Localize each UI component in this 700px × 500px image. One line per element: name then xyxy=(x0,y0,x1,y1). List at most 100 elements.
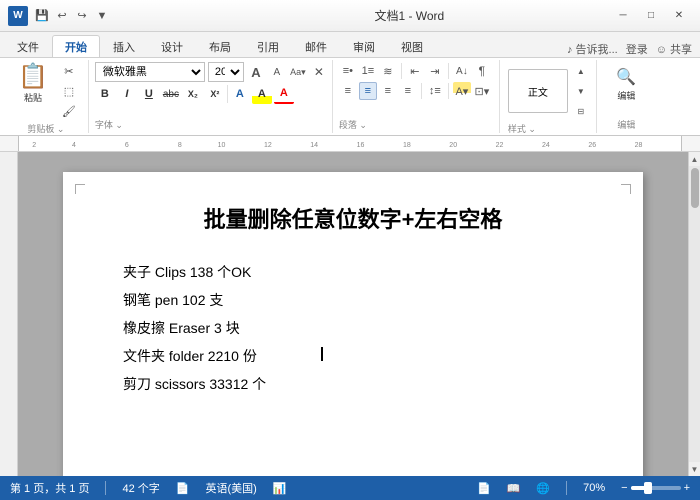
style-down-btn[interactable]: ▼ xyxy=(572,82,590,100)
view-normal-btn[interactable]: 📄 xyxy=(477,482,491,495)
tell-me-btn[interactable]: ♪ 告诉我... xyxy=(567,41,618,57)
edit-group-label: 编辑 xyxy=(617,116,635,131)
style-up-btn[interactable]: ▲ xyxy=(572,62,590,80)
redo-btn[interactable]: ↪ xyxy=(74,8,90,24)
share-btn[interactable]: ☺ 共享 xyxy=(656,41,692,57)
ribbon-bar: 📋 粘贴 ✂ ⬚ 🖌 剪贴板 ⌄ 微软雅黑 20 A A Aa▾ ✕ B xyxy=(0,58,700,136)
ruler-inner: 2 4 6 8 10 12 14 16 18 20 22 24 26 28 xyxy=(18,136,682,151)
font-row1: 微软雅黑 20 A A Aa▾ ✕ xyxy=(95,62,328,82)
font-group: 微软雅黑 20 A A Aa▾ ✕ B I U abc X₂ X² A A A … xyxy=(91,60,333,133)
bold-btn[interactable]: B xyxy=(95,84,115,104)
status-bar: 第 1 页，共 1 页 42 个字 📄 英语(美国) 📊 📄 📖 🌐 70% −… xyxy=(0,476,700,500)
doc-line-4: 文件夹 folder 2210 份 xyxy=(123,342,583,370)
para-row2: ≡ ≡ ≡ ≡ ↕≡ A▾ ⊡▾ xyxy=(339,82,495,100)
line-spacing-btn[interactable]: ↕≡ xyxy=(426,82,444,100)
shrink-font-btn[interactable]: A xyxy=(268,63,286,81)
decrease-indent-btn[interactable]: ⇤ xyxy=(406,62,424,80)
font-size-select[interactable]: 20 xyxy=(208,62,244,82)
format-painter-btn[interactable]: 🖌 xyxy=(58,102,80,120)
underline-btn[interactable]: U xyxy=(139,84,159,104)
numbering-btn[interactable]: 1≡ xyxy=(359,62,377,80)
login-btn[interactable]: 登录 xyxy=(626,41,648,57)
increase-indent-btn[interactable]: ⇥ xyxy=(426,62,444,80)
grow-font-btn[interactable]: A xyxy=(247,63,265,81)
doc-line-3: 橡皮擦 Eraser 3 块 xyxy=(123,314,583,342)
clear-format-btn[interactable]: ✕ xyxy=(310,63,328,81)
save-btn[interactable]: 💾 xyxy=(34,8,50,24)
style-more-btn[interactable]: ⊟ xyxy=(572,102,590,120)
scroll-thumb[interactable] xyxy=(691,168,699,208)
font-row2: B I U abc X₂ X² A A A xyxy=(95,84,328,104)
multilevel-btn[interactable]: ≋ xyxy=(379,62,397,80)
change-case-btn[interactable]: Aa▾ xyxy=(289,63,307,81)
tab-review[interactable]: 审阅 xyxy=(340,35,388,57)
align-right-btn[interactable]: ≡ xyxy=(379,82,397,100)
tab-layout[interactable]: 布局 xyxy=(196,35,244,57)
close-btn[interactable]: ✕ xyxy=(666,6,692,26)
strikethrough-btn[interactable]: abc xyxy=(161,84,181,104)
font-name-select[interactable]: 微软雅黑 xyxy=(95,62,205,82)
undo-btn[interactable]: ↩ xyxy=(54,8,70,24)
word-count: 42 个字 xyxy=(122,480,159,496)
view-web-btn[interactable]: 🌐 xyxy=(536,482,550,495)
highlight-btn[interactable]: A xyxy=(252,84,272,104)
paste-button[interactable]: 📋 粘贴 xyxy=(12,62,54,120)
text-effect-btn[interactable]: A xyxy=(230,84,250,104)
justify-btn[interactable]: ≡ xyxy=(399,82,417,100)
scroll-up-btn[interactable]: ▲ xyxy=(689,152,700,166)
view-read-btn[interactable]: 📖 xyxy=(507,482,521,495)
tab-mailings[interactable]: 邮件 xyxy=(292,35,340,57)
window-title: 文档1 - Word xyxy=(209,7,610,24)
zoom-level: 70% xyxy=(583,482,605,494)
clipboard-small-btns: ✂ ⬚ 🖌 xyxy=(58,62,80,120)
zoom-in-btn[interactable]: + xyxy=(684,482,690,494)
tab-view[interactable]: 视图 xyxy=(388,35,436,57)
document-content[interactable]: 夹子 Clips 138 个OK 钢笔 pen 102 支 橡皮擦 Eraser… xyxy=(123,258,583,398)
edit-find-btn[interactable]: 🔍 编辑 xyxy=(604,62,648,106)
show-formatting-btn[interactable]: ¶ xyxy=(473,62,491,80)
tab-insert[interactable]: 插入 xyxy=(100,35,148,57)
align-left-btn[interactable]: ≡ xyxy=(339,82,357,100)
maximize-btn[interactable]: □ xyxy=(638,6,664,26)
zoom-out-btn[interactable]: − xyxy=(621,482,627,494)
italic-btn[interactable]: I xyxy=(117,84,137,104)
zoom-slider[interactable]: − + xyxy=(621,482,690,494)
document-title: 批量删除任意位数字+左右空格 xyxy=(123,202,583,234)
subscript-btn[interactable]: X₂ xyxy=(183,84,203,104)
edit-group: 🔍 编辑 编辑 xyxy=(599,60,654,133)
shading-btn[interactable]: A▾ xyxy=(453,82,471,100)
document-area[interactable]: 批量删除任意位数字+左右空格 夹子 Clips 138 个OK 钢笔 pen 1… xyxy=(18,152,688,476)
tab-references[interactable]: 引用 xyxy=(244,35,292,57)
tab-home[interactable]: 开始 xyxy=(52,35,100,57)
borders-btn[interactable]: ⊡▾ xyxy=(473,82,491,100)
language: 英语(美国) xyxy=(205,480,256,496)
page-info: 第 1 页，共 1 页 xyxy=(10,480,89,496)
font-group-label: 字体 ⌄ xyxy=(95,116,328,131)
scroll-track[interactable] xyxy=(689,166,700,462)
align-center-btn[interactable]: ≡ xyxy=(359,82,377,100)
word-logo-icon: W xyxy=(8,6,28,26)
bullets-btn[interactable]: ≡• xyxy=(339,62,357,80)
vertical-scrollbar[interactable]: ▲ ▼ xyxy=(688,152,700,476)
doc-line-1: 夹子 Clips 138 个OK xyxy=(123,258,583,286)
quick-access-toolbar: 💾 ↩ ↪ ▼ xyxy=(34,8,110,24)
doc-line-5: 剪刀 scissors 33312 个 xyxy=(123,370,583,398)
font-color-btn[interactable]: A xyxy=(274,84,294,104)
title-bar-left: W 💾 ↩ ↪ ▼ xyxy=(8,6,209,26)
minimize-btn[interactable]: ─ xyxy=(610,6,636,26)
proofreading-icon: 📄 xyxy=(176,482,190,495)
superscript-btn[interactable]: X² xyxy=(205,84,225,104)
cut-btn[interactable]: ✂ xyxy=(58,62,80,80)
customize-qat-btn[interactable]: ▼ xyxy=(94,8,110,24)
scroll-down-btn[interactable]: ▼ xyxy=(689,462,700,476)
tab-file[interactable]: 文件 xyxy=(4,35,52,57)
sort-btn[interactable]: A↓ xyxy=(453,62,471,80)
normal-style-item[interactable]: 正文 xyxy=(508,69,568,113)
clipboard-label: 剪贴板 ⌄ xyxy=(27,120,64,135)
clipboard-group: 📋 粘贴 ✂ ⬚ 🖌 剪贴板 ⌄ xyxy=(4,60,89,133)
word-count-icon: 📊 xyxy=(273,482,287,495)
tab-design[interactable]: 设计 xyxy=(148,35,196,57)
paragraph-group: ≡• 1≡ ≋ ⇤ ⇥ A↓ ¶ ≡ ≡ ≡ ≡ ↕≡ A▾ ⊡▾ 段落 ⌄ xyxy=(335,60,500,133)
copy-btn[interactable]: ⬚ xyxy=(58,82,80,100)
ribbon-right-tools: ♪ 告诉我... 登录 ☺ 共享 xyxy=(567,41,700,57)
